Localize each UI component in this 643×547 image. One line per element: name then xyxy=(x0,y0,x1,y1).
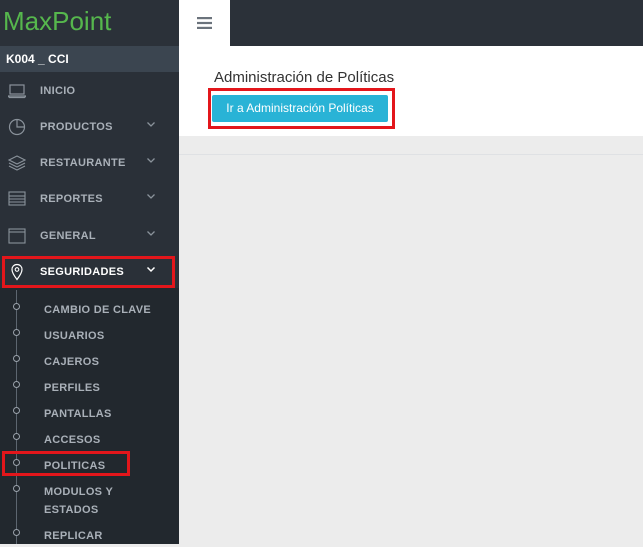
chevron-down-icon xyxy=(146,155,156,165)
chevron-down-icon xyxy=(146,228,156,238)
submenu-item-politicas[interactable]: POLITICAS xyxy=(0,451,179,477)
sidebar-item-label: PRODUCTOS xyxy=(40,121,113,133)
logo-text: MaxPoint xyxy=(3,6,112,36)
tree-node-icon xyxy=(13,529,20,536)
page-title: Administración de Políticas xyxy=(214,69,395,86)
user-label: K004 _ CCI xyxy=(6,52,69,66)
window-icon xyxy=(8,227,26,245)
sidebar-item-general[interactable]: GENERAL xyxy=(0,218,179,254)
submenu-item-replicar[interactable]: REPLICAR xyxy=(0,521,179,547)
sidebar-item-restaurante[interactable]: RESTAURANTE xyxy=(0,145,179,181)
submenu-item-label: CAMBIO DE CLAVE xyxy=(44,304,151,316)
menu-toggle-button[interactable] xyxy=(179,0,230,46)
sidebar-item-productos[interactable]: PRODUCTOS xyxy=(0,109,179,145)
submenu-item-label: PANTALLAS xyxy=(44,408,112,420)
pie-chart-icon xyxy=(8,118,26,136)
submenu-item-cajeros[interactable]: CAJEROS xyxy=(0,347,179,373)
chevron-down-icon xyxy=(146,119,156,129)
sidebar-item-label: REPORTES xyxy=(40,193,103,205)
laptop-icon xyxy=(8,82,26,100)
tree-node-icon xyxy=(13,459,20,466)
submenu-item-modulos-y-estados[interactable]: MODULOS Y ESTADOS xyxy=(0,477,179,517)
submenu-item-cambio-de-clave[interactable]: CAMBIO DE CLAVE xyxy=(0,295,179,321)
table-icon xyxy=(8,190,26,208)
map-pin-icon xyxy=(8,263,26,281)
sidebar-item-label: GENERAL xyxy=(40,230,96,242)
tree-node-icon xyxy=(13,433,20,440)
submenu-item-label: REPLICAR xyxy=(44,530,103,542)
sidebar-item-label: INICIO xyxy=(40,85,76,97)
main-content: Administración de Políticas Ir a Adminis… xyxy=(179,46,643,544)
layers-icon xyxy=(8,154,26,172)
chevron-down-icon xyxy=(146,191,156,201)
chevron-down-icon xyxy=(146,264,156,274)
tree-node-icon xyxy=(13,381,20,388)
sidebar-item-reportes[interactable]: REPORTES xyxy=(0,181,179,217)
sidebar-item-inicio[interactable]: INICIO xyxy=(0,73,179,109)
hamburger-icon xyxy=(197,17,212,29)
divider xyxy=(179,154,643,155)
user-bar: K004 _ CCI xyxy=(0,46,179,72)
submenu-item-label: ACCESOS xyxy=(44,434,101,446)
submenu-item-label: POLITICAS xyxy=(44,460,106,472)
tree-node-icon xyxy=(13,355,20,362)
policies-panel: Administración de Políticas Ir a Adminis… xyxy=(179,46,643,136)
submenu-item-label-line2: ESTADOS xyxy=(44,504,99,516)
submenu-item-usuarios[interactable]: USUARIOS xyxy=(0,321,179,347)
logo[interactable]: MaxPoint xyxy=(0,0,179,46)
submenu-item-pantallas[interactable]: PANTALLAS xyxy=(0,399,179,425)
sidebar-item-seguridades[interactable]: SEGURIDADES xyxy=(0,254,179,290)
submenu-item-label: CAJEROS xyxy=(44,356,100,368)
sidebar-item-label: RESTAURANTE xyxy=(40,157,126,169)
tree-node-icon xyxy=(13,329,20,336)
submenu-item-label-line1: MODULOS Y xyxy=(44,486,114,498)
tree-node-icon xyxy=(13,485,20,492)
tree-node-icon xyxy=(13,407,20,414)
sidebar: MaxPoint K004 _ CCI INICIO PRODUCTOS RES… xyxy=(0,0,179,544)
submenu-item-perfiles[interactable]: PERFILES xyxy=(0,373,179,399)
submenu-item-label: MODULOS Y ESTADOS xyxy=(44,483,113,519)
sidebar-item-label: SEGURIDADES xyxy=(40,266,124,278)
submenu-item-label: PERFILES xyxy=(44,382,101,394)
go-to-policies-admin-button[interactable]: Ir a Administración Políticas xyxy=(212,95,388,122)
submenu-item-label: USUARIOS xyxy=(44,330,105,342)
top-bar xyxy=(179,0,643,46)
submenu-item-accesos[interactable]: ACCESOS xyxy=(0,425,179,451)
tree-node-icon xyxy=(13,303,20,310)
